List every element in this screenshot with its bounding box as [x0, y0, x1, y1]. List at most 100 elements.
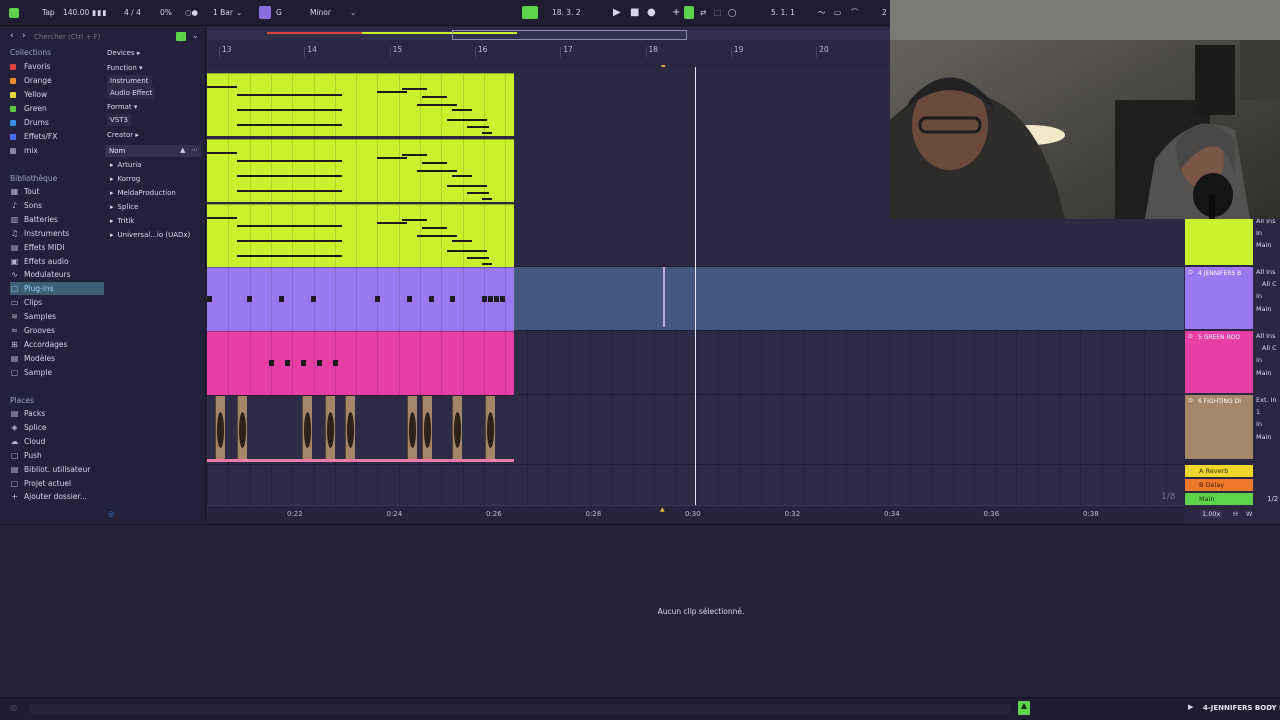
loop-start-field[interactable]: 5. 1. 1 — [771, 7, 795, 19]
library-item[interactable]: ▤ Effets MIDI — [10, 241, 104, 254]
midi-note[interactable] — [482, 296, 487, 302]
library-item[interactable]: ▤ Modèles — [10, 352, 104, 365]
track-input-channel[interactable]: 1 — [1256, 408, 1260, 416]
options-icon[interactable]: ⋯ — [191, 146, 198, 154]
midi-note[interactable] — [237, 109, 342, 111]
loop-marker-icon[interactable]: ▲ — [660, 506, 665, 513]
collection-item[interactable]: Effets/FX — [10, 130, 104, 143]
collapse-icon[interactable]: ⌄ — [192, 31, 199, 40]
song-position[interactable]: 18. 3. 2 — [552, 7, 581, 19]
overview-strip[interactable] — [207, 30, 890, 40]
width-toggle[interactable]: W — [1246, 510, 1252, 518]
midi-note[interactable] — [447, 119, 487, 121]
place-item[interactable]: ▤ Bibliot. utilisateur — [10, 463, 104, 476]
midi-note[interactable] — [452, 175, 472, 177]
midi-note[interactable] — [452, 240, 472, 242]
arrangement-ruler[interactable]: 1314151617181920 ▼ — [207, 27, 890, 71]
track-input-routing[interactable]: All Ins — [1256, 268, 1276, 276]
back-arrow-icon[interactable]: ‹ — [10, 31, 14, 41]
place-item[interactable]: ▢ Push — [10, 449, 104, 462]
midi-note[interactable] — [237, 94, 342, 96]
track-header-5-green[interactable]: ⊙ 5 GREEN ROO All Ins All C In Main — [1184, 331, 1280, 393]
time-signature[interactable]: 4 / 4 — [124, 7, 141, 19]
track-output[interactable]: Main — [1256, 305, 1272, 313]
result-item[interactable]: ▸ MeldaProduction — [110, 187, 176, 199]
midi-note[interactable] — [482, 198, 492, 200]
status-scroll[interactable] — [30, 704, 1010, 714]
monitor-in[interactable]: In — [1256, 356, 1262, 364]
filter-function[interactable]: Function ▾ — [107, 62, 143, 74]
midi-clip-purple[interactable] — [207, 267, 514, 331]
midi-note[interactable] — [207, 296, 212, 302]
track-output[interactable]: Main — [1256, 241, 1272, 249]
filter-audio-effect-tag[interactable]: Audio Effect — [107, 87, 156, 99]
result-item[interactable]: ▸ Splice — [110, 201, 138, 213]
midi-note[interactable] — [311, 296, 316, 302]
place-item[interactable]: ☁ Cloud — [10, 435, 104, 448]
midi-note[interactable] — [447, 185, 487, 187]
midi-note[interactable] — [488, 296, 493, 302]
midi-note[interactable] — [402, 219, 427, 221]
library-item[interactable]: ≋ Samples — [10, 310, 104, 323]
track-output[interactable]: Main — [1256, 369, 1272, 377]
audio-slice[interactable] — [325, 396, 335, 460]
midi-note[interactable] — [467, 257, 489, 259]
result-item[interactable]: ▸ Tritik — [110, 215, 134, 227]
draw-mode-icon[interactable]: 〜 — [818, 7, 826, 19]
collection-item[interactable]: Yellow — [10, 88, 104, 101]
library-item[interactable]: ♫ Instruments — [10, 227, 104, 240]
play-icon[interactable]: ▶ — [613, 7, 621, 19]
place-item[interactable]: + Ajouter dossier... — [10, 490, 104, 503]
forward-arrow-icon[interactable]: › — [22, 31, 26, 41]
stop-icon[interactable]: ■ — [630, 7, 639, 19]
follow-icon[interactable] — [522, 6, 538, 19]
midi-note[interactable] — [237, 240, 342, 242]
midi-note[interactable] — [207, 152, 237, 154]
midi-note[interactable] — [447, 250, 487, 252]
audio-slice[interactable] — [302, 396, 312, 460]
track-output[interactable]: Main — [1256, 433, 1272, 441]
place-item[interactable]: ▢ Projet actuel — [10, 477, 104, 490]
filter-creator[interactable]: Creator ▸ — [107, 129, 139, 141]
midi-note[interactable] — [467, 126, 489, 128]
track-input-routing[interactable]: Ext. In — [1256, 396, 1277, 404]
track-fold-icon[interactable]: ⊙ — [1188, 333, 1193, 340]
library-item[interactable]: ≈ Grooves — [10, 324, 104, 337]
monitor-in[interactable]: In — [1256, 292, 1262, 300]
midi-note[interactable] — [377, 222, 407, 224]
midi-note[interactable] — [317, 360, 322, 366]
monitor-in[interactable]: In — [1256, 229, 1262, 237]
height-toggle[interactable]: H — [1233, 510, 1238, 518]
zoom-level[interactable]: 1.00x — [1200, 510, 1223, 518]
add-icon[interactable]: + — [672, 7, 680, 19]
library-item[interactable]: ∿ Modulateurs — [10, 268, 104, 281]
midi-note[interactable] — [482, 263, 492, 265]
filter-devices[interactable]: Devices ▸ — [107, 47, 140, 59]
track-fold-icon[interactable]: ⊙ — [1188, 397, 1193, 404]
midi-note[interactable] — [429, 296, 434, 302]
midi-note[interactable] — [417, 170, 457, 172]
tap-button[interactable]: Tap — [42, 7, 55, 19]
midi-note[interactable] — [407, 296, 412, 302]
midi-note[interactable] — [285, 360, 290, 366]
midi-note[interactable] — [333, 360, 338, 366]
tempo-field[interactable]: 140.00 — [63, 7, 89, 19]
midi-note[interactable] — [417, 104, 457, 106]
keyboard-icon[interactable]: ▭ — [834, 7, 841, 19]
result-item[interactable]: ▸ Arturia — [110, 159, 141, 171]
track-input-channel[interactable]: All C — [1262, 344, 1277, 352]
midi-note[interactable] — [247, 296, 252, 302]
expand-arrow-icon[interactable]: ▸ — [110, 175, 114, 183]
expand-arrow-icon[interactable]: ▸ — [110, 203, 114, 211]
result-item[interactable]: ▸ Universal...io (UADx) — [110, 229, 190, 241]
audio-slice[interactable] — [485, 396, 495, 460]
results-header[interactable]: Nom ▲ ⋯ — [105, 145, 201, 157]
main-track[interactable]: Main — [1185, 493, 1253, 505]
time-ruler[interactable]: 0:22 0:24 0:26 0:28 0:30 0:32 0:34 0:36 0:38 ▲ — [207, 505, 1184, 523]
track-input-routing[interactable]: All Ins — [1256, 332, 1276, 340]
view-toggle-icon[interactable] — [9, 8, 19, 18]
search-input[interactable] — [34, 31, 164, 43]
metronome-icon[interactable]: ▮▮▮ — [92, 7, 107, 19]
midi-note[interactable] — [237, 160, 342, 162]
expand-arrow-icon[interactable]: ▸ — [110, 217, 114, 225]
